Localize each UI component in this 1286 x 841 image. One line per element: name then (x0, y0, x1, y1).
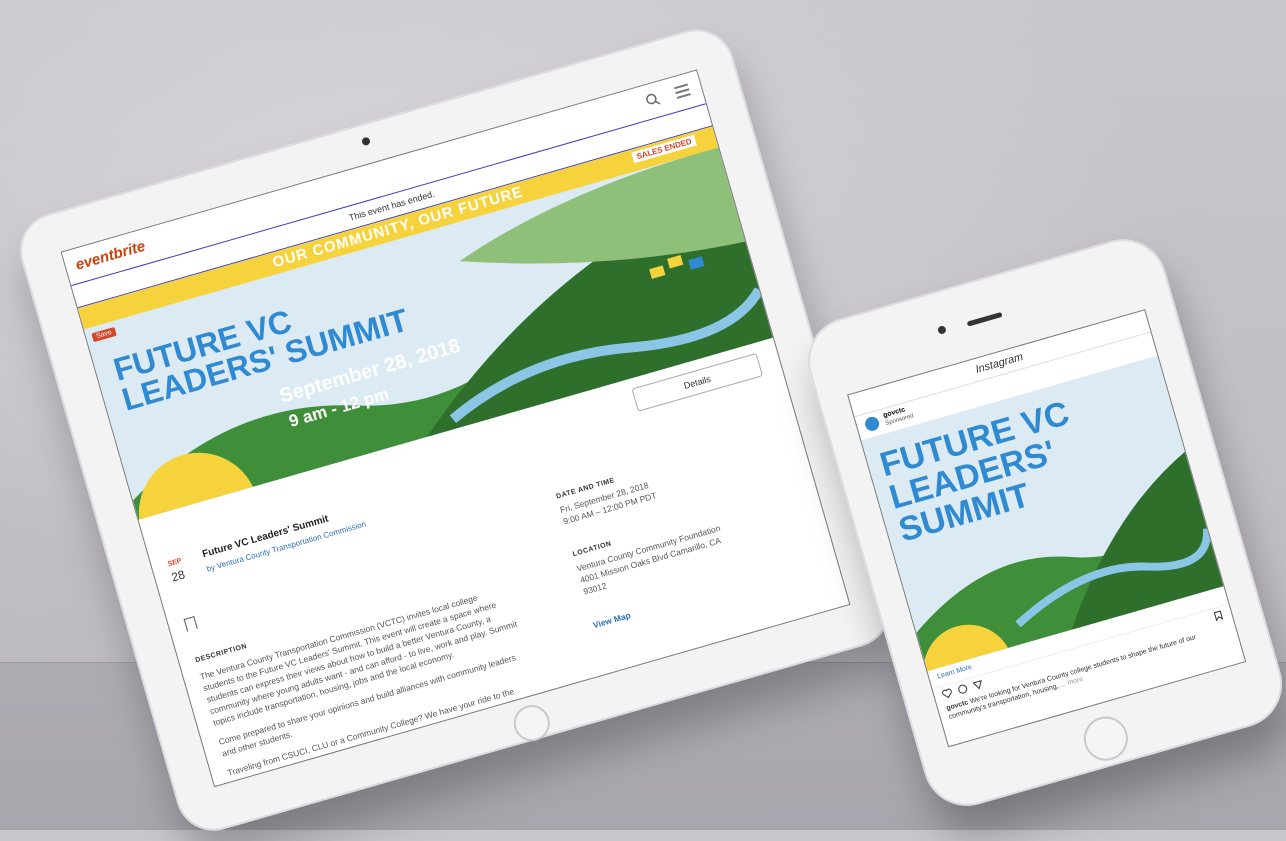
tablet-camera (361, 136, 371, 147)
search-icon[interactable] (643, 90, 663, 110)
bookmark-icon[interactable] (1212, 610, 1224, 622)
phone-home-button[interactable] (1078, 711, 1134, 766)
event-month: SEP (167, 557, 183, 569)
phone-camera (936, 325, 947, 335)
tablet-screen: eventbrite This event has ended. OUR COM… (60, 69, 851, 788)
comment-icon[interactable] (957, 683, 969, 695)
view-map-link[interactable]: View Map (592, 610, 632, 630)
hamburger-menu-icon[interactable] (674, 83, 691, 99)
avatar[interactable] (863, 415, 881, 433)
phone-speaker (966, 311, 1003, 327)
heart-icon[interactable] (941, 687, 953, 699)
phone-screen: Instagram govctc Sponsored FUTURE VC LEA… (847, 309, 1247, 748)
share-icon[interactable] (972, 679, 984, 691)
event-day: 28 (169, 567, 187, 585)
location-address: Ventura County Community Foundation 4001… (575, 522, 722, 597)
bookmark-icon[interactable] (183, 616, 198, 632)
